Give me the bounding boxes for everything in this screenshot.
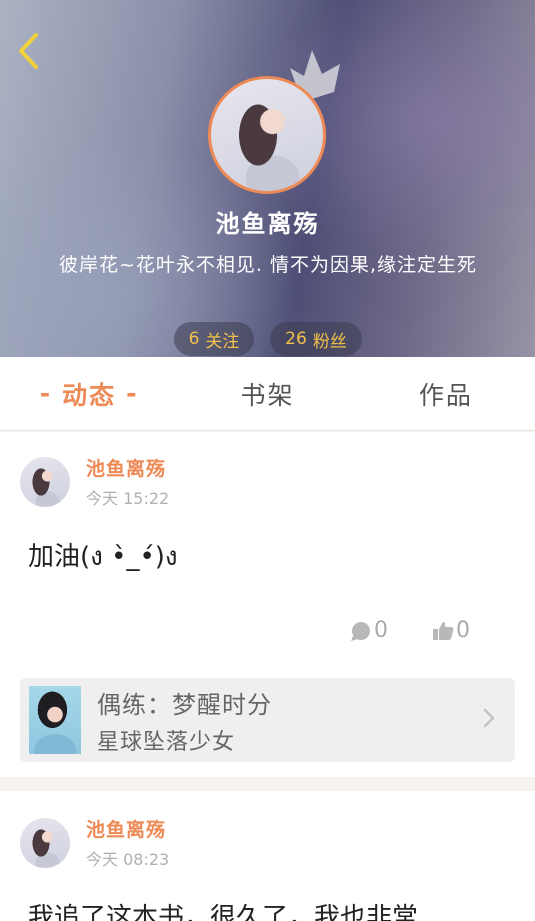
follow-count-badge[interactable]: 6 关注 [174, 322, 254, 356]
post-timestamp: 今天 08:23 [86, 850, 170, 869]
linked-book-card[interactable]: 偶练：梦醒时分 星球坠落少女 [20, 678, 515, 762]
profile-tabs: - 动态 - 书架 作品 [0, 357, 535, 431]
tab-feed-label: 动态 [62, 380, 117, 410]
book-info: 偶练：梦醒时分 星球坠落少女 [97, 685, 272, 756]
follow-count: 6 [188, 329, 200, 349]
book-cover-image [29, 686, 81, 754]
post-author-name[interactable]: 池鱼离殇 [86, 454, 169, 481]
comment-button[interactable]: 0 [350, 618, 388, 643]
tab-active-marker-left: - [39, 379, 53, 408]
tab-works-label: 作品 [418, 380, 473, 410]
tab-works[interactable]: 作品 [357, 357, 535, 430]
feed-post: 池鱼离殇 今天 15:22 加油(ง •̀_•́)ง 0 0 偶练：梦醒时分 星… [0, 432, 535, 777]
chevron-right-icon [483, 708, 495, 728]
like-button[interactable]: 0 [432, 618, 470, 643]
post-timestamp: 今天 15:22 [86, 489, 170, 508]
post-meta: 池鱼离殇 今天 15:22 [86, 454, 169, 509]
profile-header: 池鱼离殇 彼岸花~花叶永不相见. 情不为因果,缘注定生死 6 关注 26 粉丝 [0, 0, 535, 357]
post-content: 我追了这本书，很久了，我也非常 [28, 903, 419, 921]
avatar[interactable] [20, 817, 70, 868]
post-content: 加油(ง •̀_•́)ง [28, 542, 178, 572]
comment-icon [351, 621, 370, 641]
profile-signature: 彼岸花~花叶永不相见. 情不为因果,缘注定生死 [58, 254, 478, 276]
post-author-row: 池鱼离殇 今天 08:23 [20, 815, 169, 870]
post-author-row: 池鱼离殇 今天 15:22 [20, 454, 169, 509]
book-author: 星球坠落少女 [97, 729, 236, 755]
comment-count: 0 [374, 618, 388, 643]
post-meta: 池鱼离殇 今天 08:23 [86, 815, 169, 870]
back-button[interactable] [10, 30, 46, 72]
tab-active-marker-right: - [126, 379, 139, 408]
post-author-name[interactable]: 池鱼离殇 [86, 815, 169, 842]
fans-count-badge[interactable]: 26 粉丝 [270, 322, 362, 356]
tab-bookshelf-label: 书架 [240, 380, 295, 410]
profile-nickname: 池鱼离殇 [215, 210, 320, 238]
avatar[interactable] [20, 456, 70, 507]
profile-avatar[interactable] [208, 76, 326, 194]
like-count: 0 [456, 618, 470, 643]
thumbs-up-icon [433, 621, 454, 640]
fans-label: 粉丝 [312, 331, 347, 352]
follow-label: 关注 [205, 331, 240, 352]
book-title: 偶练：梦醒时分 [97, 690, 272, 719]
chevron-left-icon [19, 33, 38, 69]
feed-post: 池鱼离殇 今天 08:23 我追了这本书，很久了，我也非常 [0, 791, 535, 921]
fans-count: 26 [285, 329, 307, 349]
tab-bookshelf[interactable]: 书架 [178, 357, 356, 430]
tab-feed[interactable]: - 动态 - [0, 357, 178, 430]
